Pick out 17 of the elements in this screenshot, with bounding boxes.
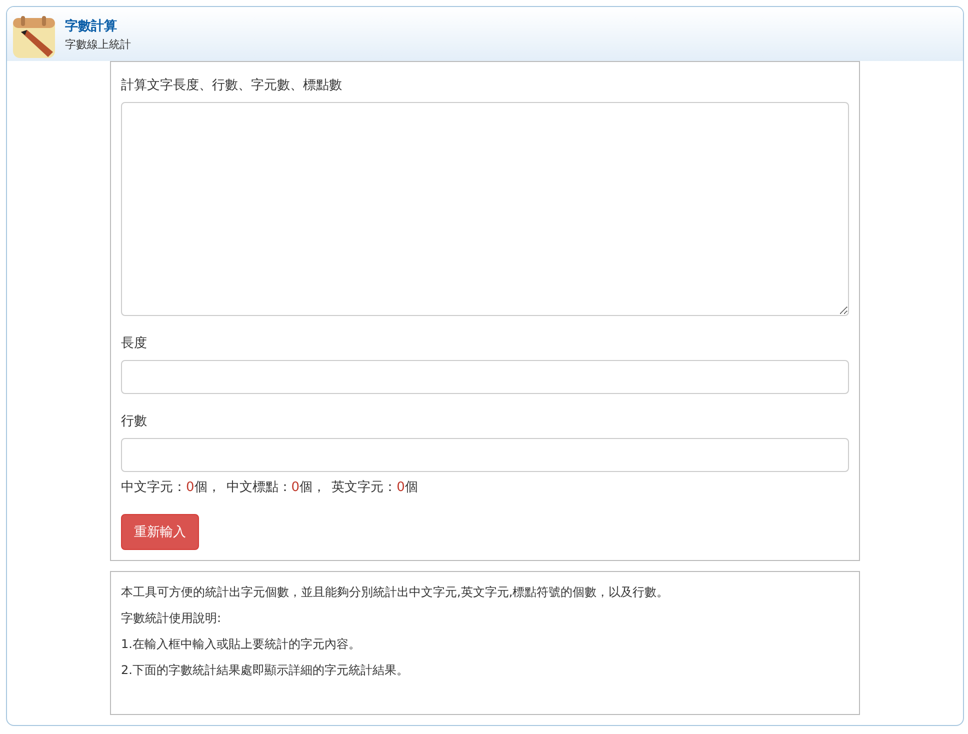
info-text: 本工具可方便的統計出字元個數，並且能夠分別統計出中文字元,英文字元,標點符號的個數，以及行數。 <box>121 584 670 600</box>
stat-text: 英文字元：0個 <box>332 479 418 496</box>
stat-text: 中文標點：0個， <box>226 479 326 496</box>
prompt-label: 計算文字長度、行數、字元數、標點數 <box>121 77 343 94</box>
field-label: 長度 <box>121 335 148 352</box>
app-subtitle: 字數線上統計 <box>65 36 131 52</box>
text-input-area[interactable] <box>121 102 849 316</box>
info-text: 1.在輸入框中輸入或貼上要統計的字元內容。 <box>121 636 362 652</box>
app-title: 字數計算 <box>65 18 118 34</box>
stat-text: 中文字元：0個， <box>121 479 220 496</box>
info-text: 字數統計使用說明: <box>121 610 222 626</box>
notepad-pencil-icon <box>13 16 55 58</box>
info-text: 2.下面的字數統計結果處即顯示詳細的字元統計結果。 <box>121 662 410 678</box>
reset-button[interactable]: 重新輸入 <box>121 514 199 550</box>
input-field[interactable] <box>121 360 849 394</box>
field-label: 行數 <box>121 413 148 430</box>
input-field[interactable] <box>121 438 849 472</box>
